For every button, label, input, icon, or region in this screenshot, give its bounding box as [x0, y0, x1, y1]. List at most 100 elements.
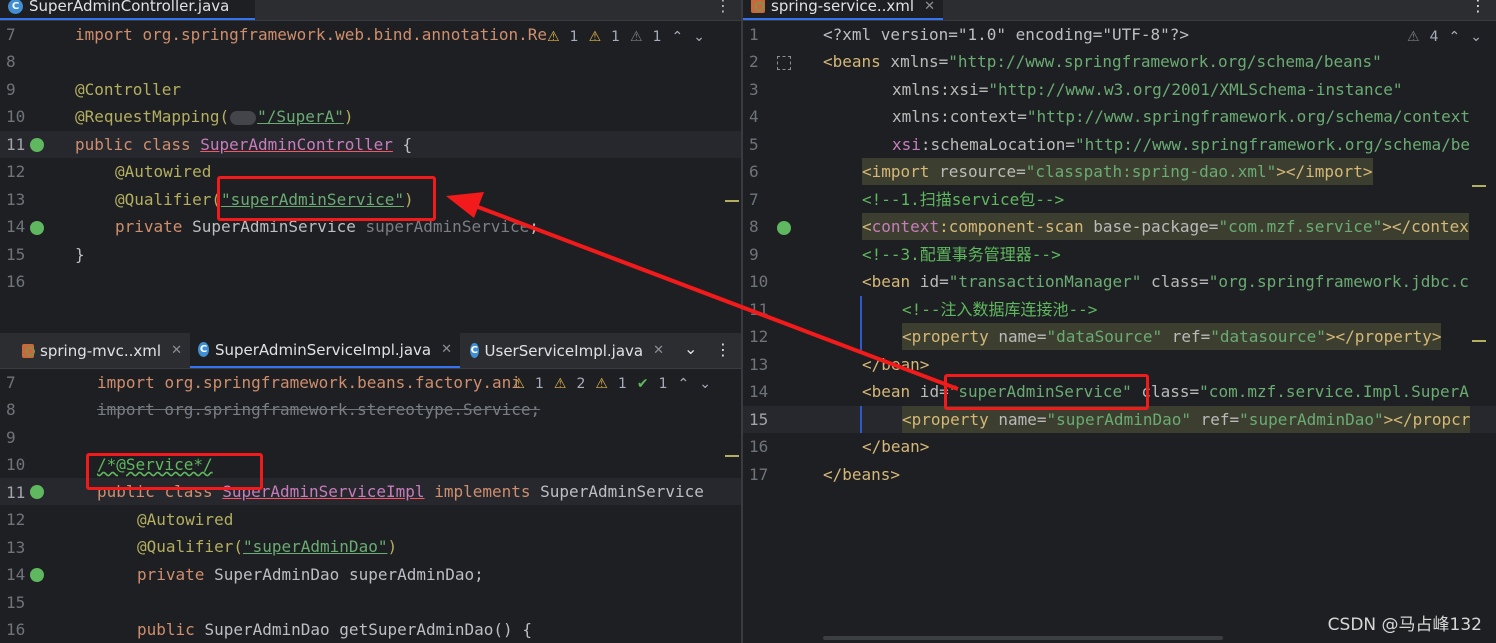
indent-guide — [860, 406, 862, 433]
java-class-icon: C — [8, 0, 23, 14]
indent-guide — [860, 296, 862, 351]
code-line: import org.springframework.stereotype.Se… — [97, 400, 541, 419]
line-number: 15 — [749, 410, 769, 429]
editor-pane-spring-service-xml: spring-service..xml ✕ ⋮ ⚠ 4 ⌃ ⌄ 1 2 3 4 5… — [743, 0, 1496, 643]
tab-bar: spring-service..xml ✕ ⋮ — [743, 0, 1496, 21]
line-number: 16 — [6, 620, 26, 639]
chevron-down-icon[interactable]: ⌄ — [699, 376, 711, 392]
line-number: 7 — [6, 373, 16, 392]
line-number: 16 — [749, 437, 769, 456]
spring-autowire-gutter-icon[interactable] — [30, 221, 44, 235]
java-class-icon: C — [198, 342, 209, 357]
spring-bean-gutter-icon[interactable] — [30, 138, 44, 152]
line-number: 17 — [749, 465, 769, 484]
java-class-icon: C — [470, 343, 479, 358]
close-icon[interactable]: ✕ — [653, 343, 664, 358]
line-number: 12 — [6, 162, 26, 181]
code-line: } — [75, 245, 85, 264]
code-line: @Autowired — [137, 510, 234, 529]
tab-bar: spring-mvc..xml ✕ C SuperAdminServiceImp… — [0, 333, 741, 369]
scroll-marker — [725, 455, 739, 457]
line-number: 7 — [749, 190, 759, 209]
line-number: 13 — [749, 355, 769, 374]
code-line: </bean> — [862, 355, 930, 374]
chevron-down-icon[interactable]: ⌄ — [693, 29, 705, 45]
code-line: @Autowired — [115, 162, 212, 181]
implementation-gutter-icon[interactable] — [30, 485, 44, 499]
more-options-icon[interactable]: ⋮ — [1470, 0, 1486, 15]
chevron-up-icon[interactable]: ⌃ — [678, 376, 690, 392]
code-line: @Qualifier("superAdminDao") — [137, 537, 398, 556]
tab-bar: C SuperAdminController.java ⋮ — [0, 0, 741, 21]
chevron-up-icon[interactable]: ⌃ — [1449, 29, 1461, 45]
line-number: 3 — [749, 80, 759, 99]
weak-warning-icon: ⚠ — [1407, 29, 1420, 45]
code-line: @RequestMapping("/SuperA") — [75, 107, 354, 126]
more-options-icon[interactable]: ⋮ — [715, 0, 731, 15]
tab-spring-mvc-xml[interactable]: spring-mvc..xml ✕ — [14, 333, 190, 368]
line-number: 10 — [6, 107, 26, 126]
more-options-icon[interactable]: ⋮ — [715, 340, 731, 359]
service-comment-highlight-box — [86, 453, 263, 490]
line-number: 10 — [749, 272, 769, 291]
tab-userserviceimpl[interactable]: C UserServiceImpl.java ✕ — [462, 333, 672, 368]
spring-autowire-gutter-icon[interactable] — [30, 568, 44, 582]
line-number: 4 — [749, 107, 759, 126]
warning-icon: ⚠ — [553, 376, 567, 392]
code-line: xmlns:xsi="http://www.w3.org/2001/XMLSch… — [892, 80, 1403, 99]
code-line: xsi:schemaLocation="http://www.springfra… — [892, 135, 1470, 154]
chevron-down-icon[interactable]: ⌄ — [684, 339, 697, 358]
line-number: 15 — [6, 593, 26, 612]
line-number: 8 — [6, 400, 16, 419]
code-line: <property name="dataSource" ref="datasou… — [902, 323, 1442, 350]
code-line: private SuperAdminDao superAdminDao; — [137, 565, 484, 584]
line-number: 7 — [6, 25, 16, 44]
scroll-marker — [1472, 340, 1486, 342]
code-line: import org.springframework.web.bind.anno… — [75, 25, 548, 44]
warning-icon: ⚠ — [547, 29, 560, 45]
close-icon[interactable]: ✕ — [171, 343, 182, 358]
tab-label: SuperAdminController.java — [29, 0, 230, 15]
editor-pane-serviceimpl: spring-mvc..xml ✕ C SuperAdminServiceImp… — [0, 333, 741, 643]
close-icon[interactable]: ✕ — [924, 0, 935, 14]
scroll-marker — [1472, 185, 1486, 187]
chevron-down-icon[interactable]: ⌄ — [1470, 29, 1482, 45]
line-number: 11 — [749, 300, 769, 319]
code-line: @Controller — [75, 80, 181, 99]
line-number: 1 — [749, 25, 759, 44]
line-number: 9 — [6, 80, 16, 99]
code-line: public SuperAdminDao getSuperAdminDao() … — [137, 620, 532, 639]
line-number: 9 — [6, 428, 16, 447]
inspection-widget[interactable]: ⚠ 1 ⚠ 2 ⚠ 1 ✔ 1 ⌃ ⌄ — [512, 376, 711, 392]
tab-spring-service-xml[interactable]: spring-service..xml ✕ — [743, 0, 943, 20]
horizontal-scrollbar[interactable] — [823, 636, 1223, 640]
inspection-widget[interactable]: ⚠ 4 ⌃ ⌄ — [1407, 29, 1482, 45]
editor-pane-controller: C SuperAdminController.java ⋮ ⚠ 1 ⚠ 1 ⚠ 1 ⌃… — [0, 0, 741, 333]
beans-gutter-icon[interactable] — [777, 56, 791, 70]
warning-icon: ⚠ — [595, 376, 608, 392]
line-number: 5 — [749, 135, 759, 154]
code-line: public class SuperAdminController { — [75, 135, 413, 154]
code-line: xmlns:context="http://www.springframewor… — [892, 107, 1470, 126]
line-number: 16 — [6, 272, 26, 291]
code-line: <import resource="classpath:spring-dao.x… — [862, 158, 1373, 185]
code-line: <property name="superAdminDao" ref="supe… — [902, 406, 1471, 433]
line-number: 9 — [749, 245, 759, 264]
code-line: <?xml version="1.0" encoding="UTF-8"?> — [823, 25, 1190, 44]
code-line: <!--3.配置事务管理器--> — [862, 245, 1061, 264]
inspection-widget[interactable]: ⚠ 1 ⚠ 1 ⚠ 1 ⌃ ⌄ — [547, 29, 705, 45]
xml-file-icon — [751, 0, 766, 13]
weak-warning-icon: ⚠ — [630, 29, 643, 45]
tab-superadmincontroller[interactable]: C SuperAdminController.java — [0, 0, 255, 20]
xml-file-icon — [22, 343, 36, 358]
component-scan-gutter-icon[interactable] — [777, 221, 791, 235]
chevron-up-icon[interactable]: ⌃ — [672, 29, 684, 45]
line-number: 12 — [749, 327, 769, 346]
code-line: <!--1.扫描service包--> — [862, 190, 1065, 209]
close-icon[interactable]: ✕ — [441, 342, 452, 357]
scroll-marker — [725, 200, 739, 202]
tab-superadminserviceimpl[interactable]: C SuperAdminServiceImpl.java ✕ — [190, 333, 460, 368]
code-line: </bean> — [862, 437, 930, 456]
line-number: 6 — [749, 162, 759, 181]
web-icon — [230, 110, 257, 125]
